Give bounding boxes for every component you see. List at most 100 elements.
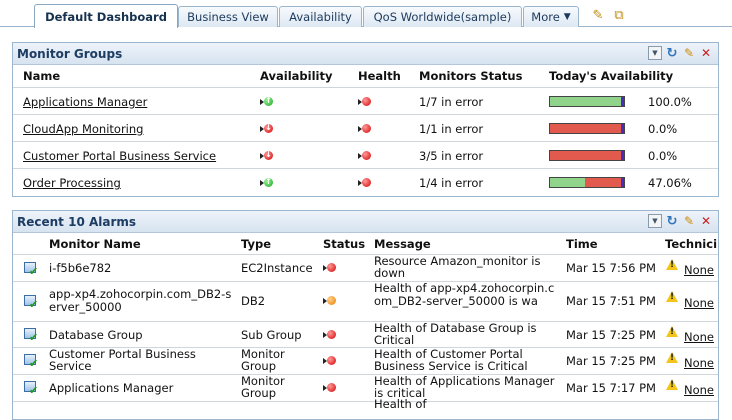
column-header-name: Name <box>23 69 61 83</box>
availability-bar <box>549 96 625 107</box>
alarm-monitor-name[interactable]: app-xp4.zohocorpin.com_DB2-server_50000 <box>49 288 234 314</box>
table-row: Applications Manager ↑ 1/7 in error 100.… <box>13 87 718 114</box>
tab-default-dashboard[interactable]: Default Dashboard <box>34 4 178 28</box>
table-row: Health of <box>13 397 718 419</box>
alarm-monitor-name[interactable]: Customer Portal Business Service <box>49 348 234 372</box>
alarm-type: Monitor Group <box>241 347 285 373</box>
monitor-type-icon: ✔ <box>23 327 39 343</box>
health-critical-icon[interactable] <box>358 97 372 107</box>
alarm-monitor-name[interactable]: Applications Manager <box>49 381 173 395</box>
table-row: ✔ app-xp4.zohocorpin.com_DB2-server_5000… <box>13 281 718 321</box>
health-critical-icon[interactable] <box>358 178 372 188</box>
availability-percent: 47.06% <box>648 176 692 190</box>
alarm-monitor-name[interactable]: Database Group <box>49 328 143 342</box>
monitor-type-icon: ✔ <box>23 294 39 310</box>
tab-label: QoS Worldwide(sample) <box>373 10 512 24</box>
dropdown-icon[interactable]: ▼ <box>648 46 662 60</box>
alarm-message[interactable]: Resource Amazon_monitor is down <box>374 255 559 279</box>
status-critical-icon[interactable] <box>323 263 337 273</box>
availability-down-icon[interactable]: ↓ <box>260 123 274 134</box>
group-name-link[interactable]: Customer Portal Business Service <box>23 149 216 163</box>
alarm-message[interactable]: Health of Database Group is Critical <box>374 322 559 346</box>
column-header-monitor-name: Monitor Name <box>49 237 141 251</box>
technician-link[interactable]: None <box>684 263 714 277</box>
technician-link[interactable]: None <box>684 356 714 370</box>
table-row: ✔ Customer Portal Business Service Monit… <box>13 347 718 374</box>
monitor-groups-panel: Monitor Groups ▼ ↻ ✎ ✕ Name Availability… <box>12 42 719 197</box>
alarm-monitor-name[interactable]: i-f5b6e782 <box>49 261 111 275</box>
table-row: CloudApp Monitoring ↓ 1/1 in error 0.0% <box>13 114 718 141</box>
tab-label: Default Dashboard <box>45 9 167 24</box>
table-row: Customer Portal Business Service ↓ 3/5 i… <box>13 141 718 168</box>
alarm-message[interactable]: Health of Customer Portal Business Servi… <box>374 348 559 372</box>
monitor-type-icon: ✔ <box>23 353 39 369</box>
availability-bar-endcap <box>621 151 624 160</box>
edit-icon[interactable]: ✎ <box>682 214 696 228</box>
alarm-type: Monitor Group <box>241 374 285 400</box>
status-critical-icon[interactable] <box>323 356 337 366</box>
availability-bar <box>549 150 625 161</box>
status-warning-icon[interactable] <box>323 296 337 306</box>
group-name-link[interactable]: Order Processing <box>23 176 121 190</box>
panel-title: Recent 10 Alarms <box>17 215 137 229</box>
tab-more[interactable]: More ▼ <box>523 6 579 27</box>
refresh-icon[interactable]: ↻ <box>665 214 679 228</box>
technician-link[interactable]: None <box>684 383 714 397</box>
technician-link[interactable]: None <box>684 296 714 310</box>
health-critical-icon[interactable] <box>358 124 372 134</box>
alarm-message[interactable]: Health of app-xp4.zohocorpin.com_DB2-ser… <box>374 282 559 308</box>
column-header-time: Time <box>566 237 598 251</box>
column-header-technician: Technici <box>665 237 718 251</box>
technician-link[interactable]: None <box>684 330 714 344</box>
group-name-link[interactable]: CloudApp Monitoring <box>23 122 143 136</box>
warning-icon-mark: ! <box>670 327 675 337</box>
tab-label: More <box>531 10 560 24</box>
status-critical-icon[interactable] <box>323 330 337 340</box>
close-icon[interactable]: ✕ <box>699 46 713 60</box>
panel-header: Recent 10 Alarms ▼ ↻ ✎ ✕ <box>13 211 718 233</box>
tab-business-view[interactable]: Business View <box>178 6 278 27</box>
availability-percent: 0.0% <box>648 122 678 136</box>
customize-tab-icon[interactable]: ✎ <box>590 8 606 23</box>
availability-up-icon[interactable]: ↑ <box>260 177 274 188</box>
group-name-link[interactable]: Applications Manager <box>23 95 147 109</box>
tab-availability[interactable]: Availability <box>279 6 362 27</box>
edit-icon[interactable]: ✎ <box>682 46 696 60</box>
monitors-status[interactable]: 1/4 in error <box>419 176 483 190</box>
availability-down-icon[interactable]: ↓ <box>260 150 274 161</box>
availability-bar-endcap <box>621 97 624 106</box>
column-header-availability: Availability <box>260 69 333 83</box>
dropdown-icon[interactable]: ▼ <box>648 214 662 228</box>
panel-title: Monitor Groups <box>17 47 123 61</box>
alarm-time: Mar 15 7:56 PM <box>566 261 656 275</box>
table-row: ✔ i-f5b6e782 EC2Instance Resource Amazon… <box>13 254 718 281</box>
column-header-health: Health <box>358 69 401 83</box>
monitors-status[interactable]: 1/7 in error <box>419 95 483 109</box>
availability-up-icon[interactable]: ↑ <box>260 96 274 107</box>
tab-label: Business View <box>187 10 269 24</box>
recent-alarms-panel: Recent 10 Alarms ▼ ↻ ✎ ✕ Monitor Name Ty… <box>12 210 719 420</box>
alarm-type: EC2Instance <box>241 261 313 275</box>
panel-header: Monitor Groups ▼ ↻ ✎ ✕ <box>13 43 718 65</box>
refresh-icon[interactable]: ↻ <box>665 46 679 60</box>
alarm-time: Mar 15 7:17 PM <box>566 381 656 395</box>
alarm-message[interactable]: Health of Applications Manager is critic… <box>374 375 559 399</box>
monitors-status[interactable]: 1/1 in error <box>419 122 483 136</box>
table-row: Order Processing ↑ 1/4 in error 47.06% <box>13 168 718 195</box>
status-critical-icon[interactable] <box>323 383 337 393</box>
panel-tools: ▼ ↻ ✎ ✕ <box>648 214 713 228</box>
alarm-type: Sub Group <box>241 328 302 342</box>
close-icon[interactable]: ✕ <box>699 214 713 228</box>
health-critical-icon[interactable] <box>358 151 372 161</box>
table-row: ✔ Applications Manager Monitor Group Hea… <box>13 374 718 401</box>
availability-percent: 100.0% <box>648 95 692 109</box>
alarm-type: DB2 <box>241 294 266 308</box>
new-tab-icon[interactable]: ⧉ <box>611 8 627 23</box>
alarm-message[interactable]: Health of <box>374 397 427 411</box>
tab-qos-worldwide[interactable]: QoS Worldwide(sample) <box>363 6 522 27</box>
warning-icon-mark: ! <box>670 292 675 302</box>
warning-icon-mark: ! <box>670 353 675 363</box>
column-header-type: Type <box>241 237 272 251</box>
monitors-status[interactable]: 3/5 in error <box>419 149 483 163</box>
alarm-time: Mar 15 7:51 PM <box>566 294 656 308</box>
